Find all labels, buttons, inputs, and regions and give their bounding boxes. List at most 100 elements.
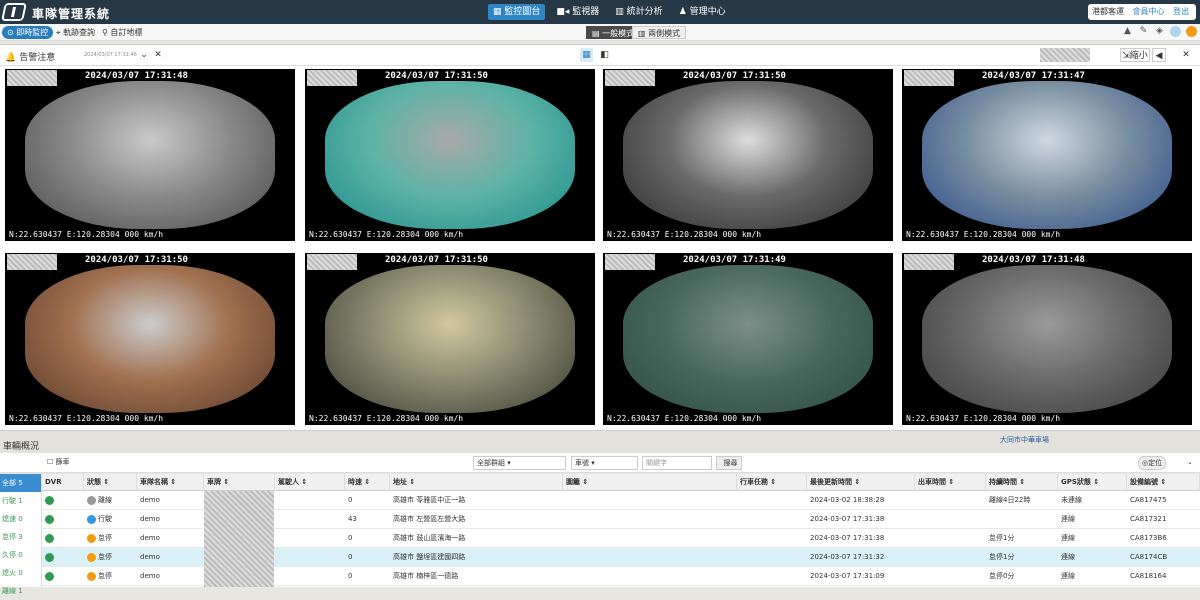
user-box: 港都客運 會員中心 登出 <box>1088 4 1196 20</box>
nav-statistics[interactable]: ▥ 統計分析 <box>610 4 667 20</box>
keyword-input[interactable]: 關鍵字 <box>642 456 712 470</box>
popup-close-icon[interactable]: ✕ <box>1180 48 1192 62</box>
shrink-button[interactable]: ⇲縮小 <box>1120 48 1150 62</box>
column-header[interactable]: 最後更新時間 ⇕ <box>807 474 915 491</box>
collapse-chevron-icon[interactable]: ⌄ <box>1184 456 1193 470</box>
search-button[interactable]: 搜尋 <box>716 456 742 470</box>
notification-icon[interactable] <box>1186 26 1197 37</box>
camera-feed[interactable]: 2024/03/07 17:31:48 N:22.630437 E:120.283… <box>902 253 1192 425</box>
layers-icon[interactable]: ◈ <box>1154 26 1165 37</box>
dvr-icon[interactable] <box>42 567 84 586</box>
nav-management[interactable]: ♟ 管理中心 <box>674 4 731 20</box>
camera-feed[interactable]: 2024/03/07 17:31:48 N:22.630437 E:120.283… <box>5 69 295 241</box>
member-center-link[interactable]: 會員中心 <box>1133 7 1165 16</box>
dvr-icon[interactable] <box>42 529 84 548</box>
camera-feed[interactable]: 2024/03/07 17:31:47 N:22.630437 E:120.283… <box>902 69 1192 241</box>
mute-icon[interactable]: ◀ <box>1152 48 1166 62</box>
masked-label <box>1040 48 1090 62</box>
camera-timestamp: 2024/03/07 17:31:48 <box>85 71 188 81</box>
column-header[interactable]: 設備編號 ⇕ <box>1127 474 1200 491</box>
camera-feed[interactable]: 2024/03/07 17:31:50 N:22.630437 E:120.283… <box>603 69 893 241</box>
camera-feed[interactable]: 2024/03/07 17:31:50 N:22.630437 E:120.283… <box>5 253 295 425</box>
status-count-item[interactable]: 熄火 0 <box>0 564 41 582</box>
nav-monitor-map[interactable]: ▦ 監控圖台 <box>488 4 546 20</box>
status-cell: 行駛 <box>84 510 137 529</box>
status-count-item[interactable]: 全部 5 <box>0 474 41 492</box>
locate-button[interactable]: ◎定位 <box>1138 456 1166 470</box>
table-cell: 離線4日22時 <box>989 496 1031 504</box>
camera-timestamp: 2024/03/07 17:31:50 <box>385 71 488 81</box>
camera-image <box>325 265 575 413</box>
camera-feed[interactable]: 2024/03/07 17:31:50 N:22.630437 E:120.283… <box>305 69 595 241</box>
column-header[interactable]: DVR <box>42 474 84 491</box>
table-cell: 怠停1分 <box>989 534 1015 542</box>
status-count-item[interactable]: 離線 1 <box>0 582 41 600</box>
plate-select[interactable]: 車號 ▾ <box>571 456 638 470</box>
column-header[interactable]: 狀態 ⇕ <box>84 474 137 491</box>
camera-feed[interactable]: 2024/03/07 17:31:50 N:22.630437 E:120.283… <box>305 253 595 425</box>
column-header[interactable]: 持續時間 ⇕ <box>986 474 1058 491</box>
table-cell <box>915 510 986 529</box>
column-header[interactable]: 出車時間 ⇕ <box>915 474 986 491</box>
popup-header: 🔔 告警注意 2024/03/07 17:31:46 ⌄ ✕ ▦ ◧ ⇲縮小 ◀ … <box>0 45 1200 66</box>
status-count-item[interactable]: 熄速 0 <box>0 510 41 528</box>
camera-gps: N:22.630437 E:120.28304 000 km/h <box>309 414 464 423</box>
map-strip[interactable]: 車輛概況 大同市中華車場 <box>0 431 1200 453</box>
table-cell: 連線 <box>1061 515 1075 523</box>
grid-view-icon[interactable]: ▦ <box>580 48 593 62</box>
table-cell: 怠停1分 <box>989 553 1015 561</box>
chevron-down-icon[interactable]: ⌄ <box>138 48 150 62</box>
column-header[interactable]: 車牌 ⇕ <box>204 474 275 491</box>
camera-timestamp: 2024/03/07 17:31:47 <box>982 71 1085 81</box>
status-count-item[interactable]: 行駛 1 <box>0 492 41 510</box>
close-icon[interactable]: ✕ <box>152 48 164 62</box>
dvr-icon[interactable] <box>42 548 84 567</box>
masked-channel-label <box>904 70 954 86</box>
camera-gps: N:22.630437 E:120.28304 000 km/h <box>607 414 762 423</box>
table-cell: 0 <box>348 534 353 542</box>
ruler-icon[interactable]: ✎ <box>1138 26 1149 37</box>
plate-mask <box>204 491 274 587</box>
masked-channel-label <box>605 70 655 86</box>
table-cell: demo <box>140 496 160 504</box>
column-header[interactable]: 地址 ⇕ <box>390 474 563 491</box>
column-header[interactable]: 圍籬 ⇕ <box>563 474 737 491</box>
nav-cameras[interactable]: ■◂ 監視器 <box>551 4 604 20</box>
camera-timestamp: 2024/03/07 17:31:50 <box>683 71 786 81</box>
map-station-label: 大同市中華車場 <box>1000 436 1049 444</box>
camera-gps: N:22.630437 E:120.28304 000 km/h <box>9 414 164 423</box>
column-header[interactable]: 駕駛人 ⇕ <box>275 474 345 491</box>
dvr-icon[interactable] <box>42 491 84 510</box>
status-count-item[interactable]: 怠停 3 <box>0 528 41 546</box>
table-cell <box>275 510 345 529</box>
logout-link[interactable]: 登出 <box>1173 7 1189 16</box>
camera-image <box>623 265 873 413</box>
table-cell: 高雄市 楠梓區一德路 <box>393 572 459 580</box>
column-header[interactable]: 時速 ⇕ <box>345 474 390 491</box>
camera-timestamp: 2024/03/07 17:31:49 <box>683 255 786 265</box>
table-cell: 0 <box>348 496 353 504</box>
chart-icon[interactable]: ▲ <box>1122 26 1133 37</box>
track-query-button[interactable]: ⌖ 軌跡查詢 <box>56 27 95 38</box>
status-count-item[interactable]: 久停 0 <box>0 546 41 564</box>
toolbar: ⊙ 即時監控 ⌖ 軌跡查詢 ⚲ 自訂地標 ▤ 一般模式 ▥ 兩側模式 ▲ ✎ ◈ <box>0 24 1200 41</box>
column-header[interactable]: GPS狀態 ⇕ <box>1058 474 1127 491</box>
single-view-icon[interactable]: ◧ <box>598 48 611 62</box>
table-cell: CA8173B6 <box>1130 534 1167 542</box>
column-header[interactable]: 行車任務 ⇕ <box>737 474 807 491</box>
column-header[interactable]: 車隊名稱 ⇕ <box>137 474 204 491</box>
filter-checkbox[interactable]: ☐ 篩車 <box>44 456 70 470</box>
group-select[interactable]: 全部群組 ▾ <box>473 456 566 470</box>
table-cell <box>986 510 1058 529</box>
camera-feed[interactable]: 2024/03/07 17:31:49 N:22.630437 E:120.283… <box>603 253 893 425</box>
realtime-monitor-button[interactable]: ⊙ 即時監控 <box>2 26 54 39</box>
status-icon <box>87 552 96 562</box>
dvr-icon[interactable] <box>42 510 84 529</box>
table-cell <box>737 491 807 510</box>
masked-channel-label <box>307 254 357 270</box>
custom-landmark-button[interactable]: ⚲ 自訂地標 <box>102 27 142 38</box>
table-cell: 連線 <box>1061 572 1075 580</box>
split-mode-button[interactable]: ▥ 兩側模式 <box>632 26 687 39</box>
weather-icon[interactable] <box>1170 26 1181 37</box>
table-cell <box>563 548 737 567</box>
